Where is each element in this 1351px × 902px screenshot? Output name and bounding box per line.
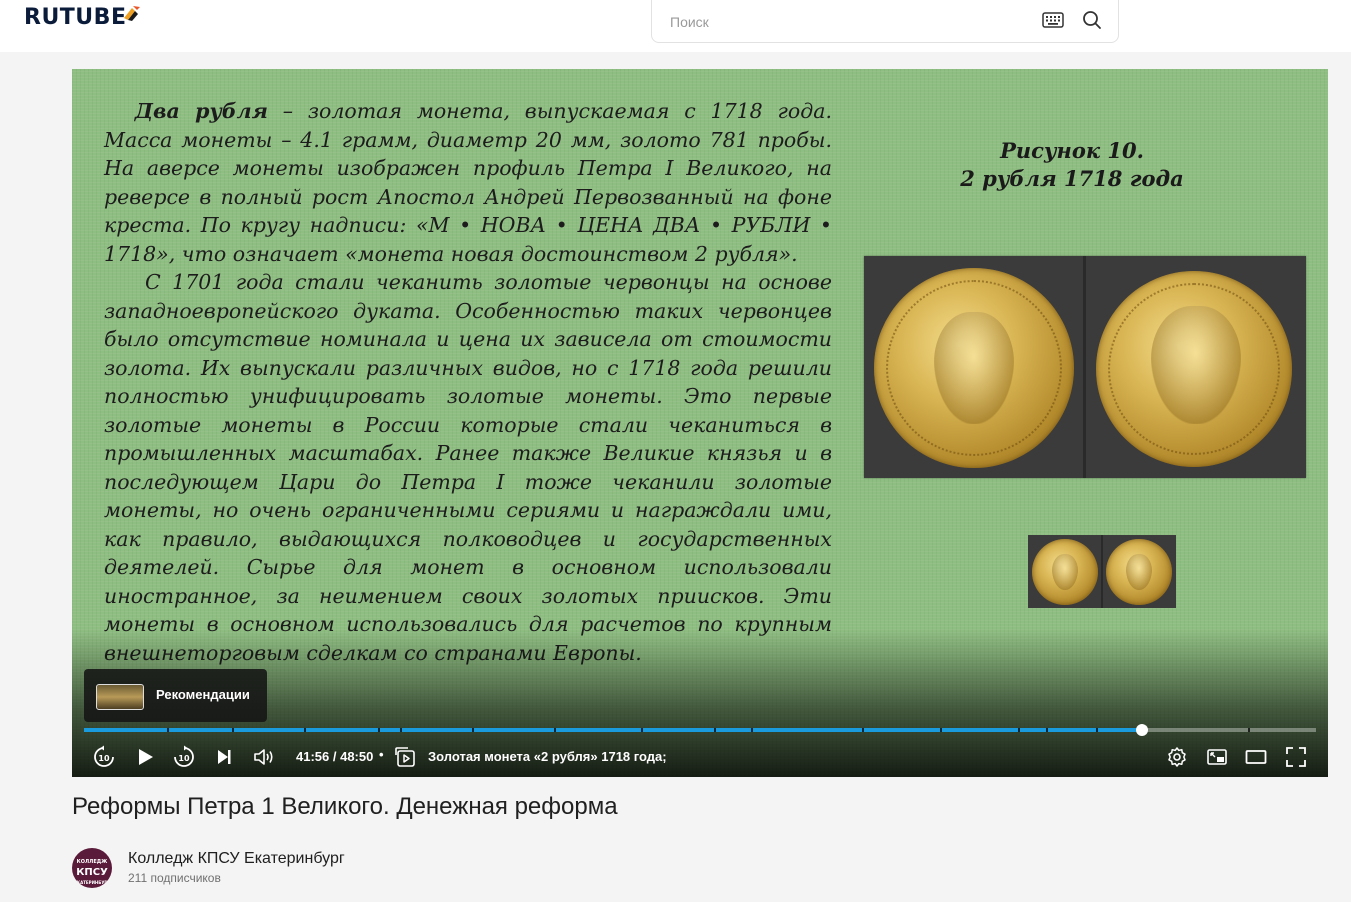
coin-reverse-small-image xyxy=(1032,539,1098,605)
volume-icon xyxy=(254,749,273,765)
settings-icon xyxy=(1168,747,1186,767)
rutube-logo[interactable]: RUTUBE xyxy=(24,2,142,32)
next-button[interactable] xyxy=(214,743,234,771)
chapter-marker xyxy=(378,728,380,732)
chapter-marker xyxy=(400,728,402,732)
forward-10-button[interactable]: 10 xyxy=(172,743,196,771)
fullscreen-button[interactable] xyxy=(1285,743,1307,771)
fullscreen-icon xyxy=(1286,747,1306,767)
video-player[interactable]: Два рубля – золотая монета, выпускаемая … xyxy=(72,69,1328,777)
coin-obverse-small-image xyxy=(1106,539,1172,605)
chapter-marker xyxy=(714,728,716,732)
logo-text: RUTUBE xyxy=(24,4,127,30)
coin-image-small xyxy=(1028,535,1176,608)
slide-paragraph-1: Два рубля – золотая монета, выпускаемая … xyxy=(104,97,832,268)
chapters-button[interactable] xyxy=(394,743,418,771)
channel-name[interactable]: Колледж КПСУ Екатеринбург xyxy=(128,850,345,868)
play-icon xyxy=(139,749,153,765)
svg-text:10: 10 xyxy=(178,754,190,763)
recommendations-label: Рекомендации xyxy=(156,687,250,702)
figure-caption-line-2: 2 рубля 1718 года xyxy=(960,166,1184,191)
recommendations-thumbnail xyxy=(96,684,144,710)
search-input[interactable] xyxy=(668,9,1032,35)
coin-obverse-image xyxy=(1096,271,1292,467)
search-icon[interactable] xyxy=(1082,10,1102,30)
progress-bar[interactable] xyxy=(84,724,1316,736)
volume-button[interactable] xyxy=(252,743,276,771)
time-separator-dot: • xyxy=(379,747,384,762)
chapter-marker xyxy=(1248,728,1250,732)
keyboard-icon[interactable] xyxy=(1042,12,1064,28)
channel-avatar[interactable]: КОЛЛЕДЖ КПСУ ЕКАТЕРИНБУРГ xyxy=(72,848,112,888)
logo-ribbon-icon xyxy=(124,6,141,21)
forward-10-icon: 10 xyxy=(174,745,194,767)
figure-caption: Рисунок 10. 2 рубля 1718 года xyxy=(932,137,1212,193)
channel-avatar-logo: КОЛЛЕДЖ КПСУ ЕКАТЕРИНБУРГ xyxy=(74,859,110,885)
coin-reverse-image xyxy=(874,268,1074,468)
chapter-marker xyxy=(472,728,474,732)
replay-10-button[interactable]: 10 xyxy=(92,743,116,771)
replay-10-icon: 10 xyxy=(94,745,114,767)
slide-text: Два рубля – золотая монета, выпускаемая … xyxy=(104,97,832,667)
settings-button[interactable] xyxy=(1166,743,1188,771)
video-title: Реформы Петра 1 Великого. Денежная рефор… xyxy=(72,793,618,820)
progress-fill xyxy=(84,728,1142,732)
chapter-marker xyxy=(751,728,753,732)
chapter-marker xyxy=(554,728,556,732)
slide-paragraph-2: С 1701 года стали чеканить золотые черво… xyxy=(104,268,832,667)
chapter-marker xyxy=(232,728,234,732)
figure-caption-line-1: Рисунок 10. xyxy=(1000,138,1144,163)
svg-text:10: 10 xyxy=(98,754,110,763)
theater-mode-button[interactable] xyxy=(1245,743,1267,771)
play-button[interactable] xyxy=(134,743,156,771)
miniplayer-icon xyxy=(1207,749,1227,765)
chapter-marker xyxy=(167,728,169,732)
chapter-marker xyxy=(304,728,306,732)
subscriber-count: 211 подписчиков xyxy=(128,871,221,885)
chapter-marker xyxy=(1046,728,1048,732)
miniplayer-button[interactable] xyxy=(1206,743,1228,771)
chapter-marker xyxy=(940,728,942,732)
progress-scrubber[interactable] xyxy=(1135,724,1148,736)
slide-paragraph-1-body: – золотая монета, выпускаемая с 1718 год… xyxy=(104,99,832,266)
search-box[interactable] xyxy=(651,0,1119,43)
chapter-marker xyxy=(862,728,864,732)
theater-mode-icon xyxy=(1245,750,1267,764)
chapter-marker xyxy=(1096,728,1098,732)
slide-paragraph-2-body: С 1701 года стали чеканить золотые черво… xyxy=(104,270,832,665)
chapter-title[interactable]: Золотая монета «2 рубля» 1718 года; xyxy=(428,749,667,764)
chapters-icon xyxy=(395,747,415,767)
coin-image-large xyxy=(864,256,1306,478)
chapter-marker xyxy=(641,728,643,732)
next-icon xyxy=(218,750,231,764)
time-display: 41:56 / 48:50 xyxy=(296,749,374,764)
slide-lead-term: Два рубля xyxy=(134,99,268,123)
top-header: RUTUBE xyxy=(0,0,1351,52)
chapter-marker xyxy=(1018,728,1020,732)
recommendations-button[interactable]: Рекомендации xyxy=(84,669,267,722)
